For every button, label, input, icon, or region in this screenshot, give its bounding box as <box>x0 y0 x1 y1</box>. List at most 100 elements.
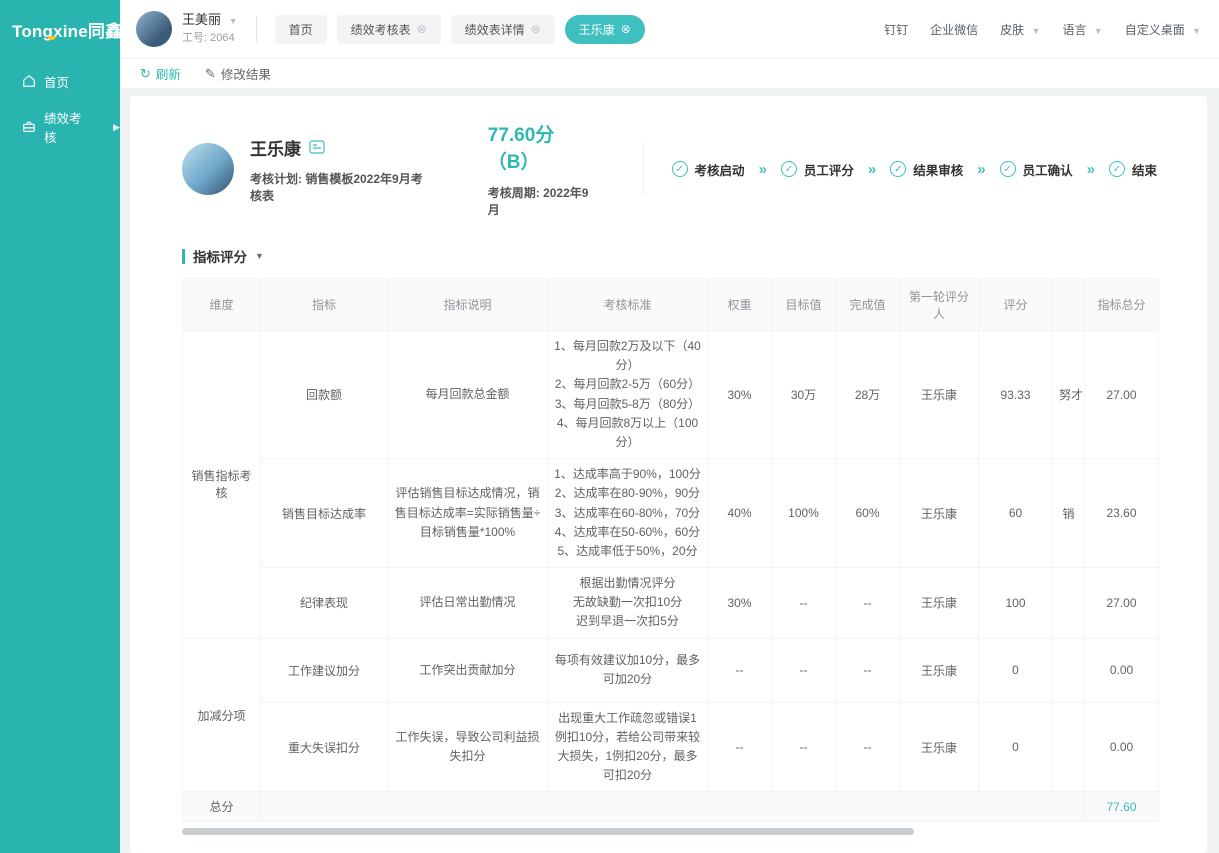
table-row: 加减分项 工作建议加分 工作突出贡献加分 每项有效建议加10分，最多可加20分 … <box>183 638 1159 702</box>
indicator-total-cell: 0.00 <box>1085 638 1159 702</box>
total-label-cell: 总分 <box>183 792 261 822</box>
section-title-text: 指标评分 <box>193 246 247 266</box>
target-cell: -- <box>772 638 836 702</box>
menu-wecom[interactable]: 企业微信 <box>930 21 978 38</box>
sidebar-item-label: 首页 <box>44 72 69 91</box>
double-chevron-icon: » <box>1087 161 1095 178</box>
modify-result-button[interactable]: ✎ 修改结果 <box>205 64 271 83</box>
menu-skin[interactable]: 皮肤 ▼ <box>1000 21 1040 38</box>
indicator-cell: 销售目标达成率 <box>261 459 388 568</box>
indicator-cell: 回款额 <box>261 331 388 459</box>
standard-cell: 1、每月回款2万及以下（40分） 2、每月回款2-5万（60分） 3、每月回款5… <box>548 331 708 459</box>
indicator-total-cell: 23.60 <box>1085 459 1159 568</box>
comment-cell <box>1053 702 1085 792</box>
score-cell: 100 <box>979 568 1053 639</box>
refresh-label: 刷新 <box>156 64 181 83</box>
tab-wanglekang[interactable]: 王乐康 ⊗ <box>565 15 645 44</box>
table-total-row: 总分 77.60 <box>183 792 1159 822</box>
score-cell: 0 <box>979 702 1053 792</box>
divider <box>256 16 257 42</box>
sidebar-item-home[interactable]: 首页 <box>0 58 120 104</box>
tab-label: 绩效考核表 <box>351 21 411 38</box>
weight-cell: 40% <box>708 459 772 568</box>
standard-cell: 出现重大工作疏忽或错误1例扣10分，若给公司带来较大损失，1例扣20分，最多可扣… <box>548 702 708 792</box>
step-result-audit: ✓ 结果审核 <box>890 160 963 179</box>
employee-header: 王乐康 考核计划: 销售模板2022年9月考核表 77.60分（B） 考核周期:… <box>182 112 1157 232</box>
modify-result-label: 修改结果 <box>221 64 271 83</box>
scorer-cell: 王乐康 <box>900 568 979 639</box>
employee-name: 王乐康 <box>250 135 301 160</box>
total-spacer-cell <box>261 792 1085 822</box>
user-avatar[interactable] <box>136 11 172 47</box>
horizontal-scrollbar <box>182 828 1158 835</box>
indicator-cell: 工作建议加分 <box>261 638 388 702</box>
sidebar: Tongxine同鑫 首页 绩效考核 ▶ <box>0 0 120 853</box>
col-dimension: 维度 <box>183 279 261 331</box>
weight-cell: 30% <box>708 331 772 459</box>
user-block[interactable]: 王美丽 ▼ 工号: 2064 <box>182 12 238 45</box>
tab-table-detail[interactable]: 绩效表详情 ⊗ <box>451 15 555 44</box>
tab-bar: 首页 绩效考核表 ⊗ 绩效表详情 ⊗ 王乐康 ⊗ <box>275 15 645 44</box>
indicator-total-cell: 27.00 <box>1085 568 1159 639</box>
indicator-cell: 重大失误扣分 <box>261 702 388 792</box>
done-cell: -- <box>836 568 900 639</box>
close-icon[interactable]: ⊗ <box>621 22 631 36</box>
tab-home[interactable]: 首页 <box>275 15 327 44</box>
collapse-caret-icon[interactable]: ▼ <box>255 251 264 261</box>
refresh-button[interactable]: ↻ 刷新 <box>140 64 181 83</box>
double-chevron-icon: » <box>868 161 876 178</box>
table-row: 销售指标考核 回款额 每月回款总金额 1、每月回款2万及以下（40分） 2、每月… <box>183 331 1159 459</box>
toolbar: ↻ 刷新 ✎ 修改结果 <box>120 58 1219 88</box>
description-cell: 评估日常出勤情况 <box>388 568 548 639</box>
step-label: 结束 <box>1132 160 1157 179</box>
check-circle-icon: ✓ <box>781 161 797 177</box>
tab-label: 王乐康 <box>579 21 615 38</box>
col-comment <box>1053 279 1085 331</box>
indicator-cell: 纪律表现 <box>261 568 388 639</box>
close-icon[interactable]: ⊗ <box>531 22 541 36</box>
divider <box>643 143 644 195</box>
done-cell: -- <box>836 702 900 792</box>
weight-cell: -- <box>708 638 772 702</box>
chevron-down-icon: ▼ <box>1094 26 1103 36</box>
double-chevron-icon: » <box>759 161 767 178</box>
step-end: ✓ 结束 <box>1109 160 1157 179</box>
menu-language[interactable]: 语言 ▼ <box>1062 21 1102 38</box>
score-cell: 93.33 <box>979 331 1053 459</box>
tab-label: 首页 <box>289 21 313 38</box>
col-target: 目标值 <box>772 279 836 331</box>
horizontal-scrollbar-thumb[interactable] <box>182 828 914 835</box>
table-row: 重大失误扣分 工作失误，导致公司利益损失扣分 出现重大工作疏忽或错误1例扣10分… <box>183 702 1159 792</box>
comment-cell: 努才 <box>1053 331 1085 459</box>
edit-icon: ✎ <box>205 66 216 82</box>
menu-dingtalk[interactable]: 钉钉 <box>884 21 908 38</box>
close-icon[interactable]: ⊗ <box>417 22 427 36</box>
target-cell: -- <box>772 568 836 639</box>
step-employee-confirm: ✓ 员工确认 <box>1000 160 1073 179</box>
col-indicator-total: 指标总分 <box>1085 279 1159 331</box>
chevron-down-icon: ▼ <box>229 16 238 26</box>
brand-logo-text: Tongxine同鑫 <box>12 17 122 42</box>
weight-cell: -- <box>708 702 772 792</box>
home-icon <box>22 74 36 88</box>
menu-custom-desktop[interactable]: 自定义桌面 ▼ <box>1125 21 1201 38</box>
user-name: 王美丽 <box>182 12 221 27</box>
content-area: 王乐康 考核计划: 销售模板2022年9月考核表 77.60分（B） 考核周期:… <box>120 88 1219 853</box>
step-label: 员工确认 <box>1023 160 1073 179</box>
done-cell: -- <box>836 638 900 702</box>
comment-cell <box>1053 568 1085 639</box>
total-value-cell: 77.60 <box>1085 792 1159 822</box>
id-card-icon[interactable] <box>309 140 325 154</box>
refresh-icon: ↻ <box>140 66 151 82</box>
review-period: 考核周期: 2022年9月 <box>488 184 595 218</box>
col-weight: 权重 <box>708 279 772 331</box>
step-label: 考核启动 <box>695 160 745 179</box>
sidebar-item-performance[interactable]: 绩效考核 ▶ <box>0 104 120 150</box>
col-done: 完成值 <box>836 279 900 331</box>
tab-label: 绩效表详情 <box>465 21 525 38</box>
tab-review-table[interactable]: 绩效考核表 ⊗ <box>337 15 441 44</box>
target-cell: 100% <box>772 459 836 568</box>
description-cell: 每月回款总金额 <box>388 331 548 459</box>
check-circle-icon: ✓ <box>672 161 688 177</box>
menu-skin-label: 皮肤 <box>1000 23 1024 37</box>
